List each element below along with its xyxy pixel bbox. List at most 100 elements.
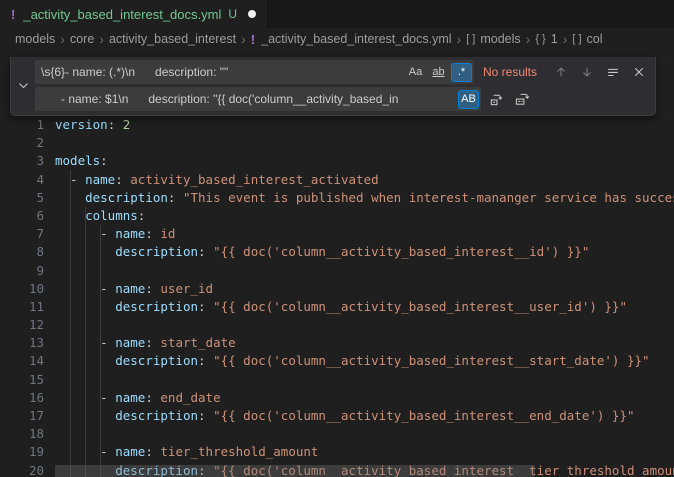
- close-button[interactable]: [628, 62, 649, 83]
- breadcrumb-item[interactable]: activity_based_interest: [109, 32, 236, 46]
- code-token: name: [115, 444, 145, 459]
- code-token: name: [115, 281, 145, 296]
- preserve-case-toggle[interactable]: AB: [458, 90, 479, 109]
- code-token: tier_threshold_amount: [160, 444, 318, 459]
- code-token: models: [55, 153, 100, 168]
- regex-label: .*: [458, 66, 465, 78]
- code-token: [55, 353, 115, 368]
- code-token: -: [55, 390, 115, 405]
- breadcrumb-label: col: [587, 32, 603, 46]
- horizontal-scrollbar[interactable]: [55, 465, 535, 477]
- breadcrumb-separator-icon: ›: [526, 32, 531, 46]
- symbol-array-icon: [ ]: [466, 33, 475, 45]
- line-number: 18: [0, 425, 44, 443]
- code-token: name: [85, 172, 115, 187]
- code-token: [55, 190, 85, 205]
- line-number: 17: [0, 407, 44, 425]
- line-number: 9: [0, 262, 44, 280]
- code-line[interactable]: - name: activity_based_interest_activate…: [55, 171, 674, 189]
- code-line[interactable]: [55, 134, 674, 152]
- code-token: [55, 208, 85, 223]
- breadcrumb-item[interactable]: models: [15, 32, 55, 46]
- line-number: 5: [0, 189, 44, 207]
- code-line[interactable]: [55, 371, 674, 389]
- gutter: 1234567891011121314151617181920: [0, 116, 44, 477]
- breadcrumb-label: activity_based_interest: [109, 32, 236, 46]
- line-number: 13: [0, 334, 44, 352]
- line-number: 1: [0, 116, 44, 134]
- code-line[interactable]: - name: start_date: [55, 334, 674, 352]
- replace-all-button[interactable]: [512, 89, 533, 110]
- editor-pane[interactable]: \s{6}- name: (.*)\n description: "" Aa a…: [0, 50, 674, 477]
- code-token: "{{ doc('column__activity_based_interest…: [213, 299, 627, 314]
- code-token: id: [160, 226, 175, 241]
- code-line[interactable]: - name: end_date: [55, 389, 674, 407]
- code-line[interactable]: description: "This event is published wh…: [55, 189, 674, 207]
- find-next-button[interactable]: [576, 62, 597, 83]
- code-line[interactable]: columns:: [55, 207, 674, 225]
- preserve-case-label: AB: [461, 93, 476, 105]
- code-token: name: [115, 390, 145, 405]
- match-case-toggle[interactable]: Aa: [405, 63, 426, 82]
- replace-button[interactable]: [486, 89, 507, 110]
- code-line[interactable]: - name: id: [55, 225, 674, 243]
- code-line[interactable]: [55, 425, 674, 443]
- toggle-replace-button[interactable]: [11, 60, 35, 111]
- code-line[interactable]: - name: tier_threshold_amount: [55, 443, 674, 461]
- find-previous-button[interactable]: [550, 62, 571, 83]
- find-input[interactable]: \s{6}- name: (.*)\n description: "" Aa a…: [35, 60, 474, 84]
- breadcrumb-label: models: [480, 32, 520, 46]
- code-token: name: [115, 226, 145, 241]
- breadcrumb-separator-icon: ›: [99, 32, 104, 46]
- breadcrumb-separator-icon: ›: [563, 32, 568, 46]
- breadcrumb-item[interactable]: [ ] col: [572, 32, 602, 46]
- replace-icon: [489, 92, 504, 107]
- regex-toggle[interactable]: .*: [451, 63, 472, 82]
- code-line[interactable]: description: "{{ doc('column__activity_b…: [55, 243, 674, 261]
- code-token: description: [115, 299, 198, 314]
- line-number: 6: [0, 207, 44, 225]
- arrow-up-icon: [554, 65, 568, 79]
- breadcrumb-separator-icon: ›: [457, 32, 462, 46]
- code-line[interactable]: - name: user_id: [55, 280, 674, 298]
- breadcrumb-item[interactable]: { }1: [535, 32, 557, 46]
- code-token: version: [55, 117, 108, 132]
- whole-word-toggle[interactable]: ab: [428, 63, 449, 82]
- line-number: 20: [0, 462, 44, 477]
- code-line[interactable]: description: "{{ doc('column__activity_b…: [55, 352, 674, 370]
- code-line[interactable]: models:: [55, 152, 674, 170]
- code-token: description: [115, 244, 198, 259]
- code-token: description: [115, 353, 198, 368]
- vscode-window: ! _activity_based_interest_docs.yml U mo…: [0, 0, 674, 477]
- code-token: name: [115, 335, 145, 350]
- code-line[interactable]: [55, 316, 674, 334]
- code-token: "This event is published when interest-m…: [183, 190, 674, 205]
- code-token: :: [145, 390, 160, 405]
- breadcrumb-item[interactable]: !_activity_based_interest_docs.yml: [251, 32, 452, 47]
- code-token: "{{ doc('column__activity_based_interest…: [213, 353, 650, 368]
- code-token: :: [198, 299, 213, 314]
- editor-tab[interactable]: ! _activity_based_interest_docs.yml U: [0, 0, 268, 28]
- breadcrumb-separator-icon: ›: [60, 32, 65, 46]
- find-query-text: \s{6}- name: (.*)\n description: "": [41, 65, 405, 79]
- line-number: 11: [0, 298, 44, 316]
- code-line[interactable]: [55, 262, 674, 280]
- code-token: start_date: [160, 335, 235, 350]
- code-token: :: [198, 244, 213, 259]
- code-token: :: [145, 335, 160, 350]
- arrow-down-icon: [580, 65, 594, 79]
- modified-dot-icon[interactable]: [248, 10, 256, 18]
- git-status-badge: U: [228, 7, 237, 21]
- code-line[interactable]: description: "{{ doc('column__activity_b…: [55, 298, 674, 316]
- code-line[interactable]: version: 2: [55, 116, 674, 134]
- replace-input[interactable]: - name: $1\n description: "{{ doc('colum…: [35, 87, 481, 111]
- code-line[interactable]: description: "{{ doc('column__activity_b…: [55, 407, 674, 425]
- breadcrumb-item[interactable]: core: [70, 32, 94, 46]
- breadcrumb-item[interactable]: [ ] models: [466, 32, 520, 46]
- find-in-selection-button[interactable]: [602, 62, 623, 83]
- yaml-file-icon: !: [251, 32, 255, 47]
- code-content[interactable]: version: 2 models: - name: activity_base…: [55, 116, 674, 477]
- breadcrumb: models › core › activity_based_interest › !_ac…: [0, 28, 674, 50]
- code-token: 2: [123, 117, 131, 132]
- symbol-array-icon: [ ]: [572, 33, 581, 45]
